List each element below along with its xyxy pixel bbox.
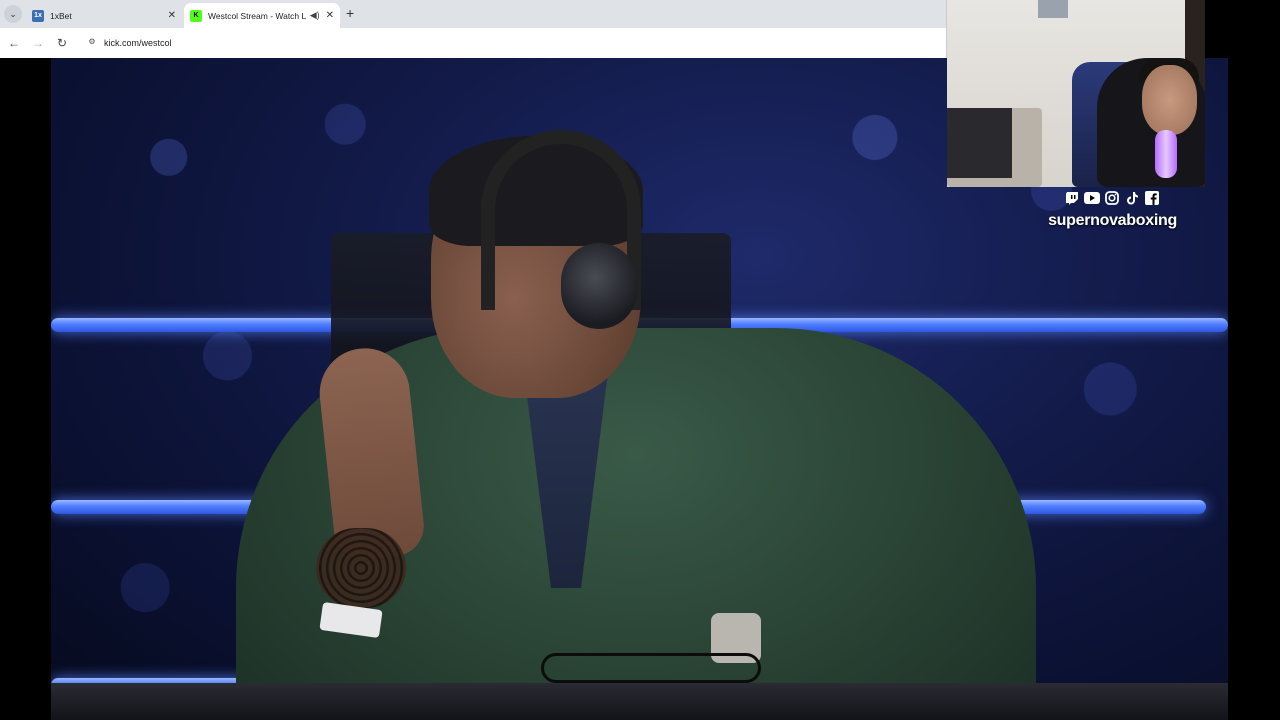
streamer-face <box>1142 65 1197 135</box>
headphone-earcup <box>561 243 637 329</box>
1xbet-favicon-icon: 1x <box>32 9 44 22</box>
bead-bracelet <box>316 528 406 608</box>
close-icon[interactable]: ✕ <box>326 10 334 21</box>
chevron-down-icon: ⌄ <box>9 8 17 19</box>
tab-1xbet[interactable]: 1x 1xBet ✕ <box>26 3 182 28</box>
url-text: kick.com/westcol <box>104 38 172 48</box>
back-arrow-icon: ← <box>8 36 20 50</box>
close-icon[interactable]: ✕ <box>168 10 176 21</box>
headboard <box>947 108 1012 178</box>
microphone-icon <box>1155 130 1177 178</box>
back-button[interactable]: ← <box>6 35 22 51</box>
kick-favicon-icon: K <box>190 9 202 22</box>
site-info-icon[interactable]: ⚙ <box>86 37 98 49</box>
webcam-overlay <box>947 0 1205 187</box>
tab-title: Westcol Stream - Watch Liv <box>208 10 306 21</box>
tab-westcol-stream[interactable]: K Westcol Stream - Watch Liv ◀︎) ✕ <box>184 3 340 28</box>
toolbar: ← → ↻ ⚙ kick.com/westcol <box>0 28 946 58</box>
forward-arrow-icon: → <box>32 36 44 50</box>
reload-button[interactable]: ↻ <box>54 35 70 51</box>
address-bar[interactable]: ⚙ kick.com/westcol <box>80 32 940 54</box>
facebook-icon <box>1144 190 1160 206</box>
browser-window: ⌄ 1x 1xBet ✕ K Westcol Stream - Watch Li… <box>0 0 947 58</box>
tiktok-icon <box>1124 190 1140 206</box>
forward-button[interactable]: → <box>30 35 46 51</box>
commentary-table <box>51 683 1228 720</box>
reload-icon: ↻ <box>56 36 68 50</box>
speaker-icon[interactable]: ◀︎) <box>310 10 320 21</box>
tab-title: 1xBet <box>50 10 72 21</box>
instagram-icon <box>1104 190 1120 206</box>
glasses-on-table <box>541 653 761 683</box>
tab-search-button[interactable]: ⌄ <box>4 5 22 23</box>
new-tab-button[interactable]: + <box>346 5 354 21</box>
wall-poster <box>1038 0 1068 18</box>
tab-strip: ⌄ 1x 1xBet ✕ K Westcol Stream - Watch Li… <box>0 0 946 28</box>
youtube-icon <box>1084 190 1100 206</box>
channel-name: supernovaboxing <box>1048 212 1177 229</box>
social-icons <box>1062 189 1162 207</box>
twitch-icon <box>1064 190 1080 206</box>
